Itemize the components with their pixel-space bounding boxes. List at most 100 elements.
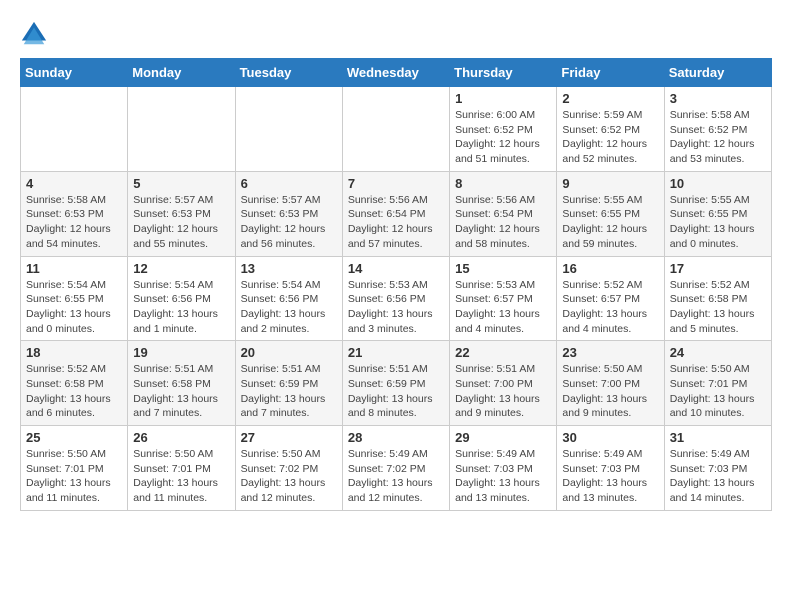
day-number: 22: [455, 345, 551, 360]
day-number: 10: [670, 176, 766, 191]
calendar-week-row: 11 Sunrise: 5:54 AM Sunset: 6:55 PM Dayli…: [21, 256, 772, 341]
day-number: 4: [26, 176, 122, 191]
calendar-cell: 29 Sunrise: 5:49 AM Sunset: 7:03 PM Dayli…: [450, 426, 557, 511]
weekday-header-row: SundayMondayTuesdayWednesdayThursdayFrid…: [21, 59, 772, 87]
calendar-cell: 28 Sunrise: 5:49 AM Sunset: 7:02 PM Dayli…: [342, 426, 449, 511]
day-number: 30: [562, 430, 658, 445]
calendar-cell: 3 Sunrise: 5:58 AM Sunset: 6:52 PM Daylig…: [664, 87, 771, 172]
day-info: Sunrise: 6:00 AM Sunset: 6:52 PM Dayligh…: [455, 108, 551, 167]
day-info: Sunrise: 5:58 AM Sunset: 6:52 PM Dayligh…: [670, 108, 766, 167]
day-info: Sunrise: 5:52 AM Sunset: 6:58 PM Dayligh…: [670, 278, 766, 337]
calendar-cell: [128, 87, 235, 172]
day-info: Sunrise: 5:50 AM Sunset: 7:02 PM Dayligh…: [241, 447, 337, 506]
day-number: 26: [133, 430, 229, 445]
day-info: Sunrise: 5:50 AM Sunset: 7:01 PM Dayligh…: [26, 447, 122, 506]
day-info: Sunrise: 5:52 AM Sunset: 6:58 PM Dayligh…: [26, 362, 122, 421]
day-info: Sunrise: 5:54 AM Sunset: 6:55 PM Dayligh…: [26, 278, 122, 337]
day-info: Sunrise: 5:57 AM Sunset: 6:53 PM Dayligh…: [133, 193, 229, 252]
day-info: Sunrise: 5:50 AM Sunset: 7:01 PM Dayligh…: [133, 447, 229, 506]
calendar-cell: 27 Sunrise: 5:50 AM Sunset: 7:02 PM Dayli…: [235, 426, 342, 511]
day-number: 12: [133, 261, 229, 276]
day-number: 24: [670, 345, 766, 360]
weekday-header: Saturday: [664, 59, 771, 87]
day-number: 6: [241, 176, 337, 191]
calendar-cell: 15 Sunrise: 5:53 AM Sunset: 6:57 PM Dayli…: [450, 256, 557, 341]
weekday-header: Tuesday: [235, 59, 342, 87]
day-info: Sunrise: 5:49 AM Sunset: 7:03 PM Dayligh…: [455, 447, 551, 506]
day-info: Sunrise: 5:57 AM Sunset: 6:53 PM Dayligh…: [241, 193, 337, 252]
day-number: 25: [26, 430, 122, 445]
day-info: Sunrise: 5:53 AM Sunset: 6:56 PM Dayligh…: [348, 278, 444, 337]
day-number: 14: [348, 261, 444, 276]
day-number: 27: [241, 430, 337, 445]
day-number: 29: [455, 430, 551, 445]
calendar-week-row: 1 Sunrise: 6:00 AM Sunset: 6:52 PM Daylig…: [21, 87, 772, 172]
day-info: Sunrise: 5:49 AM Sunset: 7:03 PM Dayligh…: [562, 447, 658, 506]
day-number: 8: [455, 176, 551, 191]
day-info: Sunrise: 5:58 AM Sunset: 6:53 PM Dayligh…: [26, 193, 122, 252]
calendar-cell: 18 Sunrise: 5:52 AM Sunset: 6:58 PM Dayli…: [21, 341, 128, 426]
calendar-cell: 7 Sunrise: 5:56 AM Sunset: 6:54 PM Daylig…: [342, 171, 449, 256]
calendar-cell: 10 Sunrise: 5:55 AM Sunset: 6:55 PM Dayli…: [664, 171, 771, 256]
calendar-cell: 24 Sunrise: 5:50 AM Sunset: 7:01 PM Dayli…: [664, 341, 771, 426]
logo: [20, 20, 52, 48]
day-number: 1: [455, 91, 551, 106]
day-info: Sunrise: 5:49 AM Sunset: 7:03 PM Dayligh…: [670, 447, 766, 506]
day-info: Sunrise: 5:53 AM Sunset: 6:57 PM Dayligh…: [455, 278, 551, 337]
calendar-cell: 13Sunrise: 5:54 AM Sunset: 6:56 PM Dayli…: [235, 256, 342, 341]
calendar-cell: 20Sunrise: 5:51 AM Sunset: 6:59 PM Dayli…: [235, 341, 342, 426]
day-number: 23: [562, 345, 658, 360]
day-number: 7: [348, 176, 444, 191]
day-info: Sunrise: 5:55 AM Sunset: 6:55 PM Dayligh…: [562, 193, 658, 252]
calendar-cell: 1 Sunrise: 6:00 AM Sunset: 6:52 PM Daylig…: [450, 87, 557, 172]
day-number: 15: [455, 261, 551, 276]
day-info: Sunrise: 5:56 AM Sunset: 6:54 PM Dayligh…: [348, 193, 444, 252]
day-info: Sunrise: 5:52 AM Sunset: 6:57 PM Dayligh…: [562, 278, 658, 337]
day-info: Sunrise: 5:50 AM Sunset: 7:01 PM Dayligh…: [670, 362, 766, 421]
calendar-cell: 21 Sunrise: 5:51 AM Sunset: 6:59 PM Dayli…: [342, 341, 449, 426]
day-number: 16: [562, 261, 658, 276]
weekday-header: Wednesday: [342, 59, 449, 87]
calendar-cell: 8 Sunrise: 5:56 AM Sunset: 6:54 PM Daylig…: [450, 171, 557, 256]
weekday-header: Thursday: [450, 59, 557, 87]
day-number: 18: [26, 345, 122, 360]
day-info: Sunrise: 5:55 AM Sunset: 6:55 PM Dayligh…: [670, 193, 766, 252]
weekday-header: Friday: [557, 59, 664, 87]
calendar-cell: 5 Sunrise: 5:57 AM Sunset: 6:53 PM Daylig…: [128, 171, 235, 256]
calendar-cell: 16 Sunrise: 5:52 AM Sunset: 6:57 PM Dayli…: [557, 256, 664, 341]
day-info: Sunrise: 5:56 AM Sunset: 6:54 PM Dayligh…: [455, 193, 551, 252]
day-number: 28: [348, 430, 444, 445]
weekday-header: Monday: [128, 59, 235, 87]
day-info: Sunrise: 5:54 AM Sunset: 6:56 PM Dayligh…: [241, 278, 337, 337]
calendar-cell: 31 Sunrise: 5:49 AM Sunset: 7:03 PM Dayli…: [664, 426, 771, 511]
day-number: 9: [562, 176, 658, 191]
day-info: Sunrise: 5:51 AM Sunset: 6:59 PM Dayligh…: [348, 362, 444, 421]
day-info: Sunrise: 5:49 AM Sunset: 7:02 PM Dayligh…: [348, 447, 444, 506]
calendar-cell: 19Sunrise: 5:51 AM Sunset: 6:58 PM Dayli…: [128, 341, 235, 426]
calendar-cell: [235, 87, 342, 172]
day-info: Sunrise: 5:50 AM Sunset: 7:00 PM Dayligh…: [562, 362, 658, 421]
day-number: 2: [562, 91, 658, 106]
day-number: 3: [670, 91, 766, 106]
day-number: 21: [348, 345, 444, 360]
calendar-cell: 25 Sunrise: 5:50 AM Sunset: 7:01 PM Dayli…: [21, 426, 128, 511]
calendar-cell: 26 Sunrise: 5:50 AM Sunset: 7:01 PM Dayli…: [128, 426, 235, 511]
day-number: 31: [670, 430, 766, 445]
calendar-cell: 6 Sunrise: 5:57 AM Sunset: 6:53 PM Daylig…: [235, 171, 342, 256]
calendar-cell: 12 Sunrise: 5:54 AM Sunset: 6:56 PM Dayli…: [128, 256, 235, 341]
calendar-cell: 22Sunrise: 5:51 AM Sunset: 7:00 PM Dayli…: [450, 341, 557, 426]
day-info: Sunrise: 5:59 AM Sunset: 6:52 PM Dayligh…: [562, 108, 658, 167]
calendar-cell: 17Sunrise: 5:52 AM Sunset: 6:58 PM Dayli…: [664, 256, 771, 341]
day-number: 11: [26, 261, 122, 276]
logo-icon: [20, 20, 48, 48]
calendar-cell: 23 Sunrise: 5:50 AM Sunset: 7:00 PM Dayli…: [557, 341, 664, 426]
calendar-table: SundayMondayTuesdayWednesdayThursdayFrid…: [20, 58, 772, 511]
calendar-cell: 4 Sunrise: 5:58 AM Sunset: 6:53 PM Daylig…: [21, 171, 128, 256]
calendar-cell: 9 Sunrise: 5:55 AM Sunset: 6:55 PM Daylig…: [557, 171, 664, 256]
calendar-cell: 30 Sunrise: 5:49 AM Sunset: 7:03 PM Dayli…: [557, 426, 664, 511]
day-number: 5: [133, 176, 229, 191]
calendar-cell: [342, 87, 449, 172]
day-info: Sunrise: 5:54 AM Sunset: 6:56 PM Dayligh…: [133, 278, 229, 337]
calendar-cell: 2 Sunrise: 5:59 AM Sunset: 6:52 PM Daylig…: [557, 87, 664, 172]
calendar-week-row: 25 Sunrise: 5:50 AM Sunset: 7:01 PM Dayli…: [21, 426, 772, 511]
